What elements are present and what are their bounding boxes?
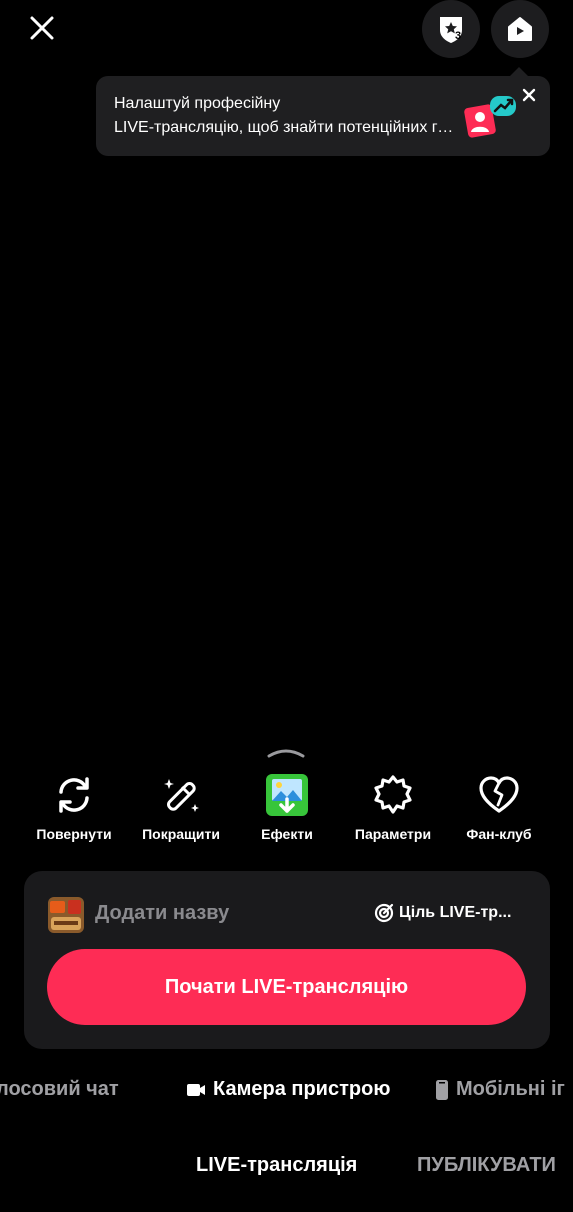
live-tools-row: Повернути Покращити Ефекти Параметри Фан… <box>0 772 573 852</box>
tool-fan-club[interactable]: Фан-клуб <box>444 772 554 842</box>
house-play-icon <box>508 17 532 41</box>
mode-label: Мобільні іг <box>456 1078 565 1100</box>
tool-rotate[interactable]: Повернути <box>19 772 129 842</box>
heart-icon <box>479 776 519 813</box>
bottom-tabs: LIVE-трансляція ПУБЛІКУВАТИ <box>0 1154 573 1184</box>
cover-image-thumbnail[interactable] <box>48 897 84 933</box>
mode-label: лосовий чат <box>0 1078 119 1100</box>
badge-count: 3 <box>455 30 462 42</box>
tool-enhance[interactable]: Покращити <box>126 772 236 842</box>
mode-device-camera[interactable]: Камера пристрою <box>186 1078 390 1101</box>
goal-label: Ціль LIVE-тр... <box>399 904 512 921</box>
target-icon <box>374 903 394 923</box>
close-icon <box>522 88 536 102</box>
tool-label: Параметри <box>354 826 432 842</box>
tool-label: Фан-клуб <box>466 826 532 842</box>
tooltip-line-2: LIVE-трансляцію, щоб знайти потенційних … <box>114 119 459 136</box>
tool-label: Повернути <box>36 826 112 842</box>
cover-image-icon <box>48 897 84 933</box>
live-mode-selector: лосовий чат Камера пристрою Мобільні іг <box>0 1078 573 1110</box>
magic-wand-icon <box>164 779 199 812</box>
tooltip-text: Налаштуй професійну LIVE-трансляцію, щоб… <box>114 92 459 140</box>
mobile-phone-icon <box>436 1079 448 1100</box>
mode-voice-chat[interactable]: лосовий чат <box>0 1078 119 1101</box>
close-button[interactable] <box>22 8 62 48</box>
tool-settings[interactable]: Параметри <box>338 772 448 842</box>
tooltip-line-1: Налаштуй професійну <box>114 95 281 112</box>
add-title-field[interactable]: Додати назву <box>95 902 229 925</box>
tab-live[interactable]: LIVE-трансляція <box>196 1154 357 1177</box>
tool-label: Покращити <box>142 826 220 842</box>
video-camera-icon <box>187 1083 205 1096</box>
effects-image-icon <box>266 774 308 816</box>
mode-label: Камера пристрою <box>213 1078 391 1100</box>
pro-live-tooltip[interactable]: Налаштуй професійну LIVE-трансляцію, щоб… <box>96 67 550 156</box>
live-level-badge-button[interactable]: 3 <box>422 0 480 58</box>
settings-gear-icon <box>374 775 412 814</box>
audience-growth-illustration-icon <box>464 96 516 138</box>
close-icon <box>30 16 54 40</box>
tool-effects[interactable]: Ефекти <box>232 772 342 842</box>
live-goal-button[interactable]: Ціль LIVE-тр... <box>374 903 511 923</box>
tool-label: Ефекти <box>261 826 313 842</box>
tab-post[interactable]: ПУБЛІКУВАТИ <box>417 1154 556 1177</box>
mode-mobile-games[interactable]: Мобільні іг <box>435 1078 565 1101</box>
chevron-up-icon[interactable] <box>266 745 306 759</box>
live-center-button[interactable] <box>491 0 549 58</box>
start-live-button[interactable]: Почати LIVE-трансляцію <box>47 949 526 1025</box>
rotate-icon <box>59 777 89 813</box>
live-setup-panel: Додати назву Ціль LIVE-тр... Почати LIVE… <box>24 871 550 1049</box>
tooltip-close-button[interactable] <box>518 84 540 106</box>
